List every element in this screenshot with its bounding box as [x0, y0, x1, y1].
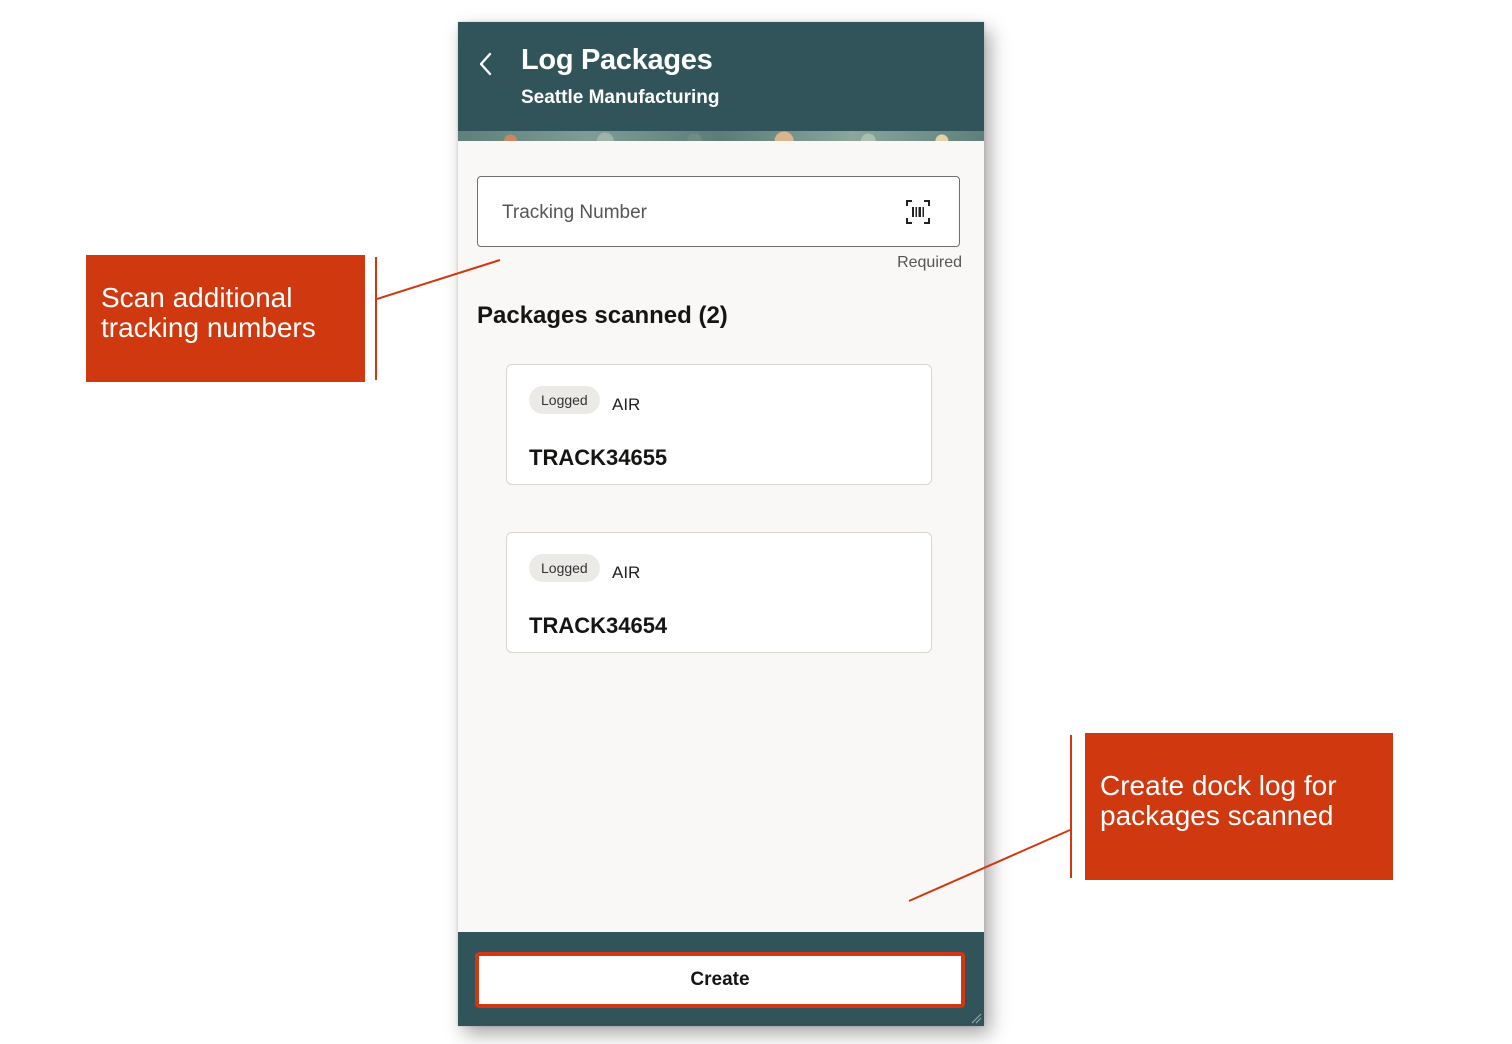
shipping-mode: AIR	[612, 563, 641, 582]
package-card[interactable]: Logged AIR TRACK34655	[506, 364, 932, 485]
page-title: Log Packages	[521, 44, 713, 76]
shipping-mode: AIR	[612, 395, 641, 414]
status-badge: Logged	[529, 386, 600, 414]
create-button[interactable]: Create	[475, 952, 965, 1008]
mobile-app-frame: Log Packages Seattle Manufacturing Requi…	[458, 22, 984, 1026]
resize-grip-icon	[971, 1013, 982, 1024]
required-hint: Required	[897, 254, 962, 271]
chevron-left-icon	[479, 52, 492, 76]
footer-bar: Create	[458, 932, 984, 1026]
callout-create-dock-log: Create dock log for packages scanned	[1085, 733, 1393, 880]
tracking-number-value: TRACK34655	[529, 445, 668, 470]
status-badge: Logged	[529, 554, 600, 582]
tracking-number-input[interactable]	[500, 177, 884, 248]
callout-scan-tracking: Scan additional tracking numbers	[86, 255, 365, 382]
scan-barcode-button[interactable]	[905, 199, 931, 225]
barcode-scan-icon	[906, 200, 930, 224]
callout-scan-text: Scan additional tracking numbers	[101, 282, 316, 343]
tracking-number-value: TRACK34654	[529, 613, 668, 638]
package-card[interactable]: Logged AIR TRACK34654	[506, 532, 932, 653]
packages-scanned-heading: Packages scanned (2)	[477, 302, 728, 329]
page-subtitle: Seattle Manufacturing	[521, 87, 720, 108]
callout-create-text: Create dock log for packages scanned	[1100, 770, 1337, 831]
header-decorative-pattern	[458, 131, 984, 141]
app-header: Log Packages Seattle Manufacturing	[458, 22, 984, 141]
tracking-number-field[interactable]	[477, 176, 960, 248]
back-button[interactable]	[470, 48, 502, 80]
